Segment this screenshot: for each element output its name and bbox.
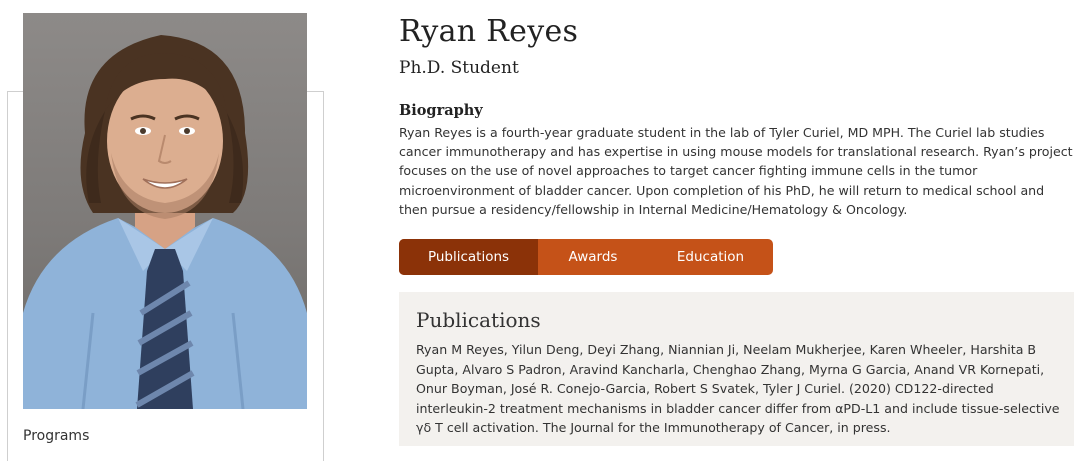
publications-heading: Publications bbox=[416, 308, 541, 332]
profile-name: Ryan Reyes bbox=[399, 14, 579, 49]
publication-entry: Ryan M Reyes, Yilun Deng, Deyi Zhang, Ni… bbox=[416, 342, 1060, 435]
tab-education[interactable]: Education bbox=[648, 239, 773, 275]
tab-publications[interactable]: Publications bbox=[399, 239, 538, 275]
profile-photo bbox=[23, 13, 307, 409]
programs-label: Programs bbox=[23, 428, 90, 444]
publications-panel: Publications Ryan M Reyes, Yilun Deng, D… bbox=[399, 292, 1074, 446]
profile-title: Ph.D. Student bbox=[399, 58, 519, 78]
profile-tabs: Publications Awards Education bbox=[399, 239, 773, 275]
tab-awards[interactable]: Awards bbox=[538, 239, 648, 275]
biography-heading: Biography bbox=[399, 102, 483, 119]
biography-text: Ryan Reyes is a fourth-year graduate stu… bbox=[399, 125, 1073, 217]
